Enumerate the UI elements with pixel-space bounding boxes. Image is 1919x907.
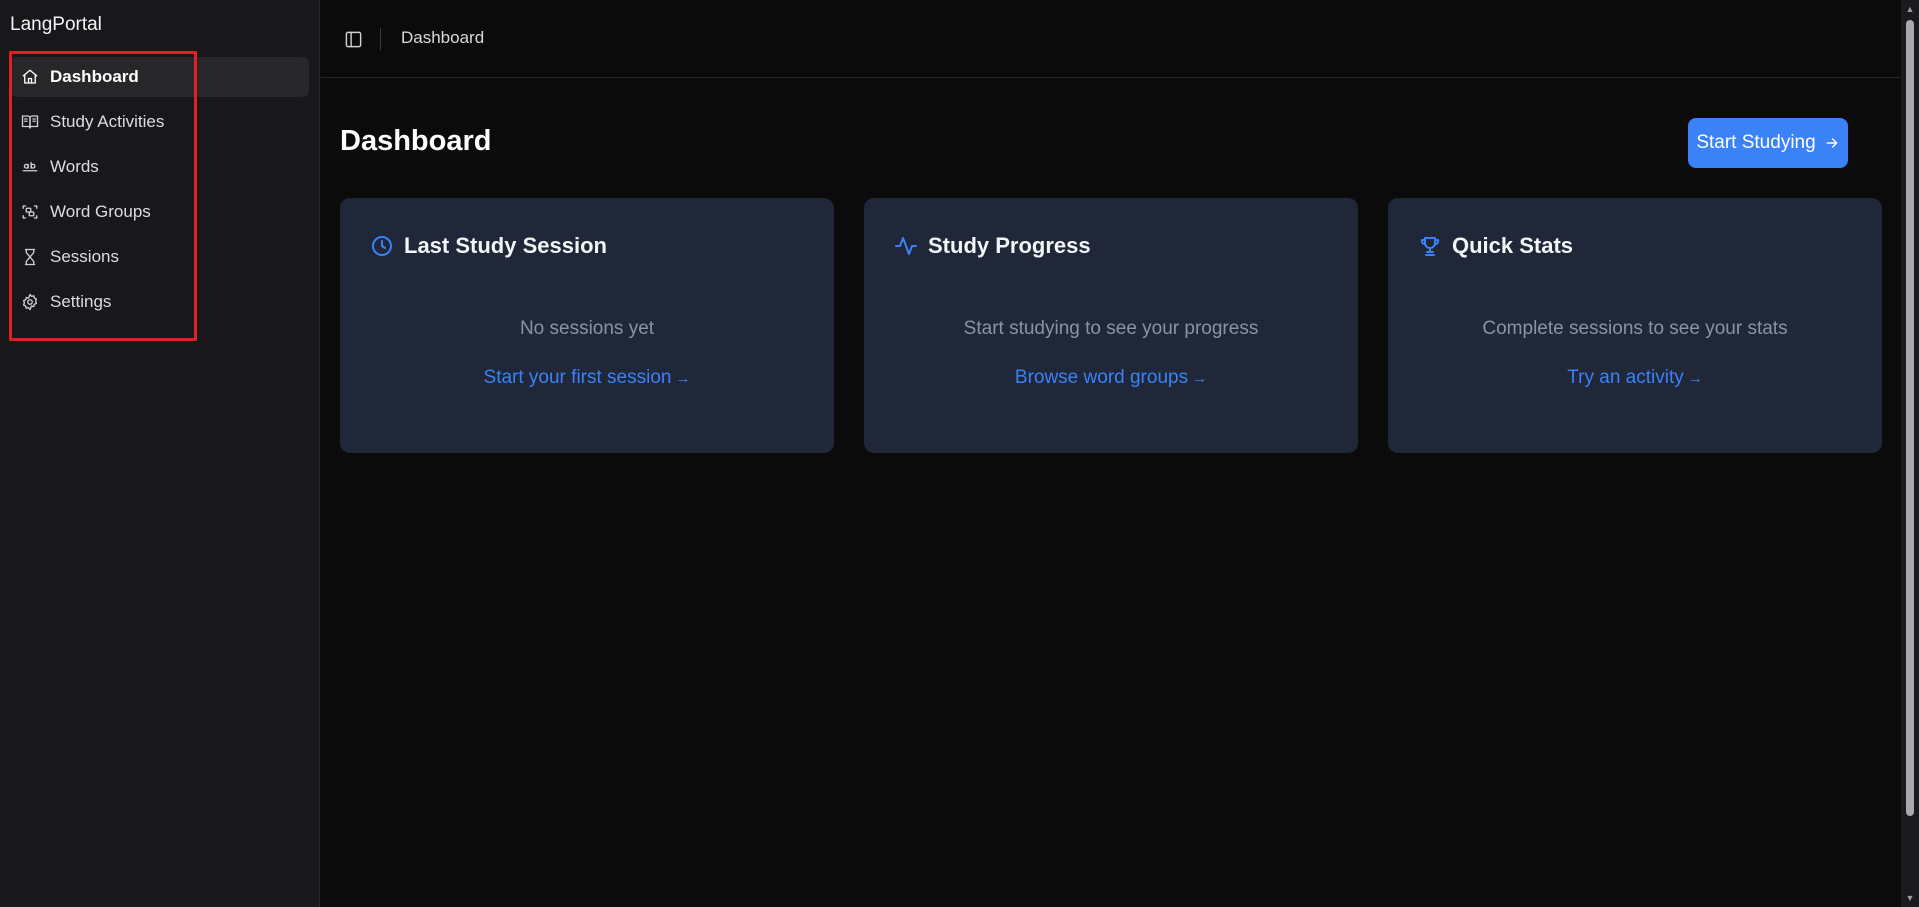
card-header: Last Study Session bbox=[370, 233, 607, 259]
arrow-right-icon: → bbox=[675, 370, 691, 387]
sidebar-item-sessions[interactable]: Sessions bbox=[10, 237, 309, 277]
panel-left-icon bbox=[345, 31, 361, 47]
card-message: Complete sessions to see your stats bbox=[1482, 318, 1788, 339]
sidebar-item-label: Words bbox=[50, 157, 99, 176]
hourglass-icon bbox=[20, 247, 40, 267]
toolbar-divider bbox=[380, 28, 381, 50]
browse-word-groups-link[interactable]: Browse word groups → bbox=[864, 367, 1358, 389]
sidebar-item-settings[interactable]: Settings bbox=[10, 282, 309, 322]
sidebar-nav: Dashboard Study Activities Words Word Gr… bbox=[10, 57, 309, 327]
card-message: Start studying to see your progress bbox=[963, 318, 1259, 339]
sidebar-item-study-activities[interactable]: Study Activities bbox=[10, 102, 309, 142]
sidebar-item-words[interactable]: Words bbox=[10, 147, 309, 187]
scrollbar-thumb[interactable] bbox=[1906, 20, 1914, 816]
main-content: Dashboard Start Studying Last Study Sess… bbox=[321, 79, 1901, 907]
home-icon bbox=[20, 67, 40, 87]
breadcrumb[interactable]: Dashboard bbox=[401, 28, 484, 48]
vertical-scrollbar[interactable]: ▲ ▼ bbox=[1901, 0, 1919, 907]
page-title: Dashboard bbox=[340, 125, 492, 157]
clock-icon bbox=[372, 236, 392, 256]
sidebar-item-label: Study Activities bbox=[50, 112, 165, 131]
app-root: LangPortal Dashboard Study Activities Wo… bbox=[0, 0, 1919, 907]
card-header: Quick Stats bbox=[1418, 233, 1573, 259]
trophy-icon bbox=[1420, 237, 1440, 256]
gear-icon bbox=[20, 292, 40, 312]
sidebar-item-label: Settings bbox=[50, 292, 112, 311]
sidebar-item-word-groups[interactable]: Word Groups bbox=[10, 192, 309, 232]
link-label: Start your first session bbox=[483, 367, 672, 388]
sidebar-item-label: Dashboard bbox=[50, 67, 139, 86]
try-an-activity-link[interactable]: Try an activity → bbox=[1388, 367, 1882, 389]
group-icon bbox=[20, 202, 40, 222]
whole-word-icon bbox=[20, 157, 40, 177]
brand-logo[interactable]: LangPortal bbox=[10, 14, 102, 36]
arrow-right-icon: → bbox=[1687, 370, 1703, 387]
quick-stats-card: Quick Stats Complete sessions to see you… bbox=[1388, 198, 1882, 453]
arrow-right-icon: → bbox=[1192, 370, 1208, 387]
card-title: Last Study Session bbox=[404, 233, 607, 258]
sidebar-toggle-button[interactable] bbox=[341, 27, 365, 51]
sidebar: LangPortal Dashboard Study Activities Wo… bbox=[0, 0, 320, 907]
scroll-down-arrow-icon[interactable]: ▼ bbox=[1905, 893, 1915, 903]
scroll-up-arrow-icon[interactable]: ▲ bbox=[1905, 4, 1915, 14]
link-label: Try an activity bbox=[1567, 367, 1684, 388]
card-header: Study Progress bbox=[894, 233, 1091, 259]
card-title: Quick Stats bbox=[1452, 233, 1574, 258]
last-study-session-card: Last Study Session No sessions yet Start… bbox=[340, 198, 834, 453]
start-studying-label: Start Studying bbox=[1696, 132, 1816, 153]
arrow-right-icon bbox=[1826, 138, 1838, 148]
sidebar-item-label: Sessions bbox=[50, 247, 119, 266]
link-label: Browse word groups bbox=[1014, 367, 1189, 388]
sidebar-item-dashboard[interactable]: Dashboard bbox=[10, 57, 309, 97]
start-first-session-link[interactable]: Start your first session → bbox=[340, 367, 834, 389]
study-progress-card: Study Progress Start studying to see you… bbox=[864, 198, 1358, 453]
sidebar-item-label: Word Groups bbox=[50, 202, 151, 221]
activity-icon bbox=[895, 237, 917, 255]
card-title: Study Progress bbox=[928, 233, 1091, 258]
top-bar: Dashboard bbox=[321, 0, 1901, 78]
start-studying-button[interactable]: Start Studying bbox=[1688, 118, 1848, 168]
card-message: No sessions yet bbox=[519, 318, 655, 339]
book-open-icon bbox=[20, 112, 40, 132]
